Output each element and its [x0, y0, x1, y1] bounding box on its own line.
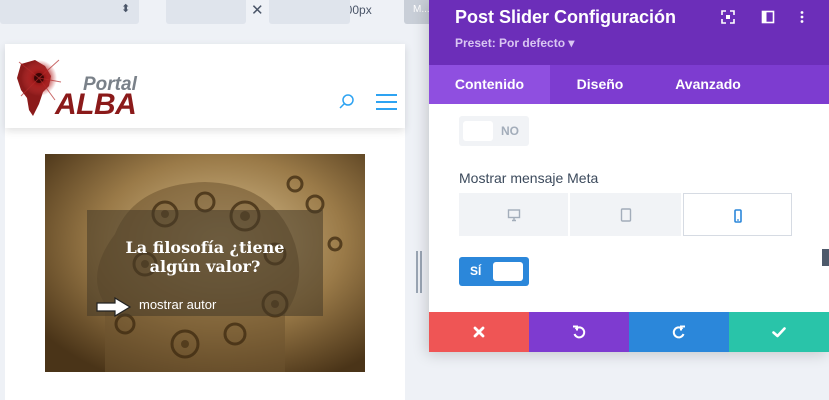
undo-button[interactable] — [529, 312, 629, 352]
close-width-icon[interactable]: ✕ — [251, 1, 264, 19]
view-mode-select[interactable]: ⬍ — [0, 0, 139, 24]
save-button[interactable] — [729, 312, 829, 352]
search-icon[interactable] — [338, 93, 356, 111]
previous-option-toggle[interactable]: NO — [459, 116, 529, 146]
modal-tabs: Contenido Diseño Avanzado — [429, 65, 829, 104]
redo-icon — [672, 325, 685, 339]
show-meta-toggle[interactable]: SÍ — [459, 257, 529, 286]
modal-header: Post Slider Configuración Preset: Por de… — [429, 0, 829, 65]
modal-footer — [429, 312, 829, 352]
sidebar-toggle-icon[interactable] — [761, 10, 775, 24]
tablet-icon — [620, 208, 632, 222]
redo-button[interactable] — [629, 312, 729, 352]
meta-field-label: Mostrar mensaje Meta — [459, 170, 599, 186]
width-input[interactable]: 400px — [166, 0, 372, 24]
modal-title: Post Slider Configuración — [455, 7, 677, 27]
undo-icon — [573, 325, 586, 339]
site-logo[interactable]: Portal ALBA — [11, 56, 161, 122]
site-header: Portal ALBA — [5, 44, 405, 128]
preset-dropdown[interactable]: Preset: Por defecto ▾ — [455, 36, 574, 50]
toggle-knob — [493, 262, 523, 281]
modal-scrollbar[interactable] — [822, 249, 829, 266]
resize-handle[interactable] — [416, 251, 424, 293]
tab-avanzado[interactable]: Avanzado — [650, 65, 766, 104]
spinner-icon[interactable]: ⬍ — [121, 2, 130, 15]
desktop-icon — [507, 209, 521, 222]
tab-diseno[interactable]: Diseño — [550, 65, 650, 104]
phone-icon — [734, 209, 742, 223]
preview-page: Portal ALBA La filosofía ¿tiene algún va… — [5, 44, 405, 400]
check-icon — [772, 327, 786, 338]
height-input[interactable] — [269, 0, 350, 24]
tablet-device-button[interactable] — [570, 193, 681, 236]
tab-contenido[interactable]: Contenido — [429, 65, 550, 104]
device-selector — [459, 193, 792, 236]
toggle-label-si: SÍ — [470, 264, 482, 278]
hamburger-menu-icon[interactable] — [376, 94, 397, 110]
cancel-button[interactable] — [429, 312, 529, 352]
toggle-label-no: NO — [501, 124, 519, 138]
modal-body: NO Mostrar mensaje Meta SÍ — [429, 104, 829, 312]
settings-modal: Post Slider Configuración Preset: Por de… — [429, 0, 829, 352]
close-icon — [473, 326, 485, 338]
desktop-device-button[interactable] — [459, 193, 568, 236]
fullscreen-icon[interactable] — [721, 10, 735, 24]
phone-device-button[interactable] — [683, 193, 792, 236]
logo-main-text: ALBA — [55, 88, 137, 121]
right-arrow-icon — [96, 297, 132, 317]
toolbar-right-hint: M... — [413, 4, 430, 15]
toggle-knob — [463, 121, 493, 141]
more-options-icon[interactable] — [795, 10, 809, 24]
slide-meta-text: mostrar autor — [139, 297, 217, 312]
slide-title[interactable]: La filosofía ¿tiene algún valor? — [115, 238, 295, 276]
